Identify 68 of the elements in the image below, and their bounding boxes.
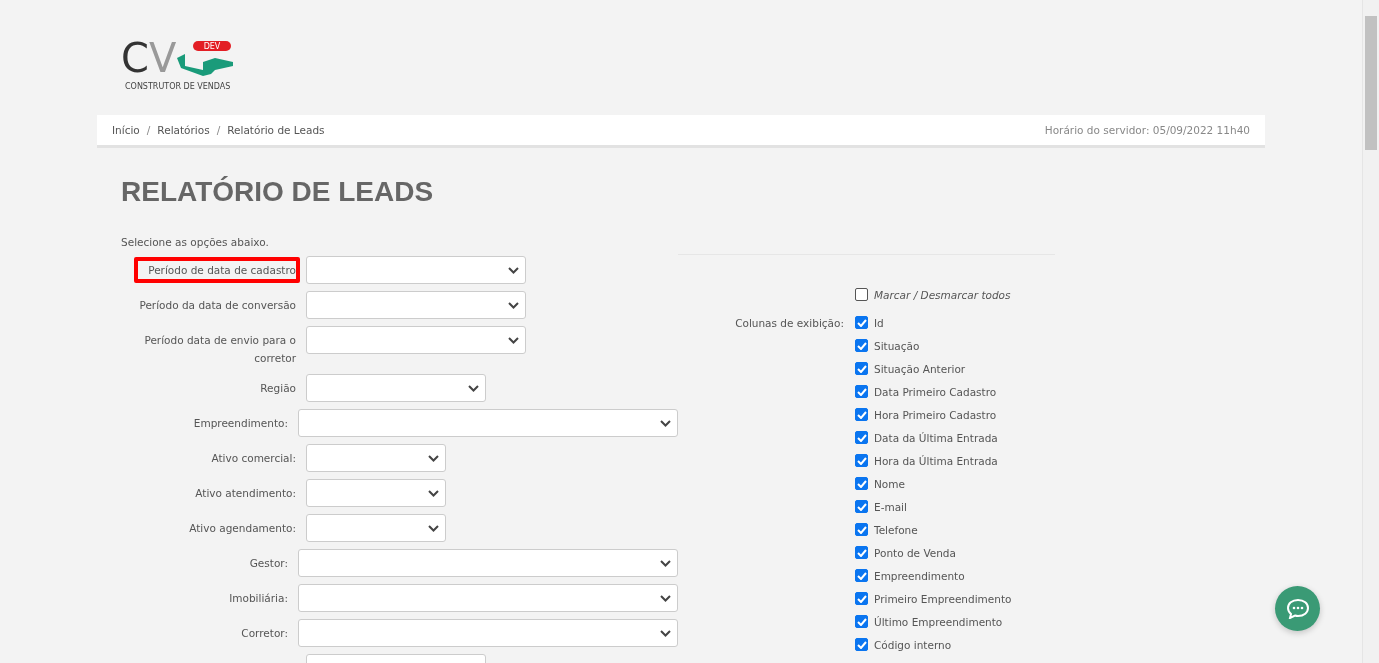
chat-button[interactable]	[1275, 586, 1320, 631]
checkbox-label[interactable]: Primeiro Empreendimento	[874, 592, 1012, 605]
chevron-down-icon	[428, 489, 439, 497]
chevron-down-icon	[428, 524, 439, 532]
checkbox-label[interactable]: E-mail	[874, 500, 907, 513]
field-label: Ativo agendamento:	[189, 521, 296, 536]
checkbox-label[interactable]: Último Empreendimento	[874, 615, 1003, 628]
field-label: Ativo atendimento:	[195, 486, 296, 501]
checkbox[interactable]	[855, 454, 868, 467]
field-label: Região	[260, 381, 296, 396]
breadcrumb-separator: /	[146, 124, 151, 136]
page-title: RELATÓRIO DE LEADS	[121, 176, 435, 208]
checkbox-label[interactable]: Telefone	[874, 523, 918, 536]
checkbox[interactable]	[855, 569, 868, 582]
field-label: Período data de envio para o corretor	[143, 333, 296, 366]
checkbox-label[interactable]: Empreendimento	[874, 569, 965, 582]
field-label: Gestor:	[249, 556, 288, 571]
checkbox-label[interactable]: Ponto de Venda	[874, 546, 956, 559]
checkbox[interactable]	[855, 431, 868, 444]
checkbox[interactable]	[855, 316, 868, 329]
checkbox[interactable]	[855, 362, 868, 375]
checkbox[interactable]	[855, 500, 868, 513]
logo: CV DEV CONSTRUTOR DE VENDAS	[121, 38, 255, 92]
checkbox-label[interactable]: Data Primeiro Cadastro	[874, 385, 997, 398]
field-label: Imobiliária:	[229, 591, 288, 606]
chevron-down-icon	[660, 594, 671, 602]
field-label: Período de data de cadastro	[134, 257, 300, 283]
chat-bubble-icon	[1286, 598, 1309, 619]
scrollbar[interactable]	[1362, 0, 1379, 663]
breadcrumb-link[interactable]: Relatórios	[157, 124, 210, 136]
checkbox-label[interactable]: Situação	[874, 339, 920, 352]
chevron-down-icon	[660, 419, 671, 427]
chevron-down-icon	[508, 266, 519, 274]
checkbox-label[interactable]: Data da Última Entrada	[874, 431, 998, 444]
checkbox-label[interactable]: Hora Primeiro Cadastro	[874, 408, 997, 421]
checkbox-label[interactable]: Id	[874, 316, 884, 329]
server-time: Horário do servidor: 05/09/2022 11h40	[1044, 124, 1250, 136]
breadcrumb-separator: /	[216, 124, 221, 136]
field-label: Ativo comercial:	[211, 451, 296, 466]
chevron-down-icon	[660, 629, 671, 637]
checkbox-label[interactable]: Nome	[874, 477, 905, 490]
field-label: Período da data de conversão	[139, 298, 296, 313]
scrollbar-thumb[interactable]	[1365, 16, 1377, 150]
checkbox-label[interactable]: Situação Anterior	[874, 362, 966, 375]
checkbox-label[interactable]: Marcar / Desmarcar todos	[874, 288, 1011, 301]
checkbox[interactable]	[855, 408, 868, 421]
checkbox[interactable]	[855, 638, 868, 651]
checkbox[interactable]	[855, 288, 868, 301]
checkbox[interactable]	[855, 385, 868, 398]
instruction-text: Selecione as opções abaixo.	[121, 236, 270, 248]
breadcrumb-link[interactable]: Relatório de Leads	[227, 124, 325, 136]
field-label: Empreendimento:	[193, 416, 288, 431]
chevron-down-icon	[508, 301, 519, 309]
checkbox[interactable]	[855, 592, 868, 605]
chevron-down-icon	[660, 559, 671, 567]
field-label: Colunas de exibição:	[735, 316, 844, 329]
checkbox[interactable]	[855, 339, 868, 352]
breadcrumb-link[interactable]: Início	[112, 124, 140, 136]
chevron-down-icon	[468, 384, 479, 392]
chevron-down-icon	[508, 336, 519, 344]
checkbox[interactable]	[855, 615, 868, 628]
chevron-down-icon	[428, 454, 439, 462]
checkbox[interactable]	[855, 546, 868, 559]
checkbox-label[interactable]: Código interno	[874, 638, 952, 651]
checkbox-label[interactable]: Hora da Última Entrada	[874, 454, 998, 467]
field-label: Corretor:	[241, 626, 288, 641]
checkbox[interactable]	[855, 523, 868, 536]
checkbox[interactable]	[855, 477, 868, 490]
